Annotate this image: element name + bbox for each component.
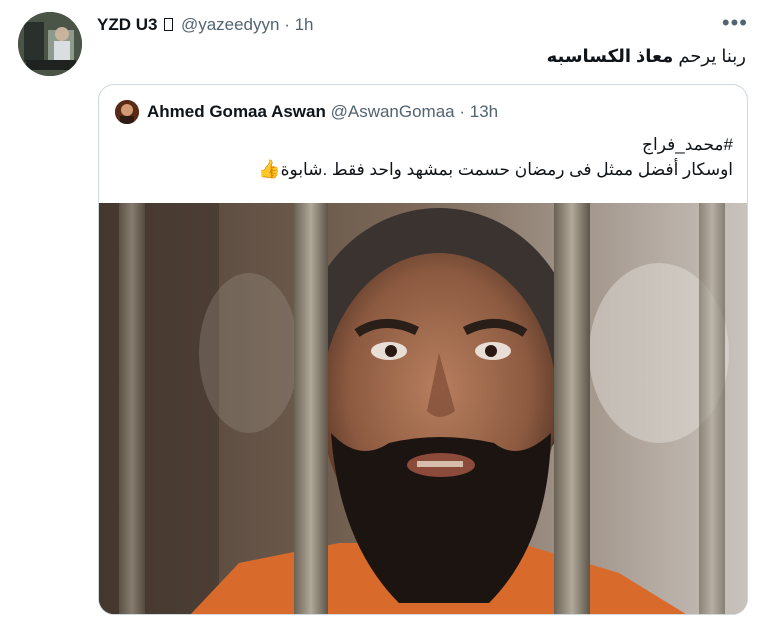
tweet-text-bold: معاذ الكساسبه	[546, 46, 674, 66]
profile-avatar[interactable]	[18, 12, 82, 76]
thumbs-up-icon: 👍	[258, 159, 281, 179]
quoted-text: #محمد_فراج اوسكار أفضل ممثل فى رمضان حسم…	[258, 133, 733, 182]
quoted-tweet-card[interactable]: Ahmed Gomaa Aswan @AswanGomaa · 13h #محم…	[98, 84, 748, 615]
quoted-separator-dot: ·	[454, 102, 470, 121]
quoted-timestamp[interactable]: 13h	[470, 102, 498, 121]
profile-photo-icon	[18, 12, 82, 76]
tweet-text: ربنا يرحم معاذ الكساسبه	[547, 44, 746, 68]
display-name[interactable]: YZD U3	[97, 15, 157, 34]
quoted-media-photo[interactable]	[99, 203, 747, 614]
separator-dot: ·	[279, 15, 295, 34]
photo-prisoner-behind-bars	[99, 203, 747, 614]
quoted-profile-photo-icon	[115, 100, 139, 124]
quoted-hashtag[interactable]: #محمد_فراج	[258, 133, 733, 157]
quoted-text-line: اوسكار أفضل ممثل فى رمضان حسمت بمشهد واح…	[258, 157, 733, 182]
quoted-avatar[interactable]	[115, 100, 139, 124]
quoted-handle[interactable]: @AswanGomaa	[331, 102, 455, 121]
handle[interactable]: @yazeedyyn	[181, 15, 280, 34]
quoted-display-name[interactable]: Ahmed Gomaa Aswan	[147, 102, 326, 121]
quoted-text-body: اوسكار أفضل ممثل فى رمضان حسمت بمشهد واح…	[280, 160, 733, 179]
timestamp[interactable]: 1h	[295, 15, 314, 34]
more-options-button[interactable]: •••	[722, 10, 748, 36]
tweet-text-plain: ربنا يرحم	[673, 46, 746, 66]
tweet-header: YZD U3 @yazeedyyn · 1h	[97, 14, 314, 36]
quoted-header: Ahmed Gomaa Aswan @AswanGomaa · 13h	[147, 100, 498, 124]
unknown-glyph-icon	[164, 18, 174, 31]
